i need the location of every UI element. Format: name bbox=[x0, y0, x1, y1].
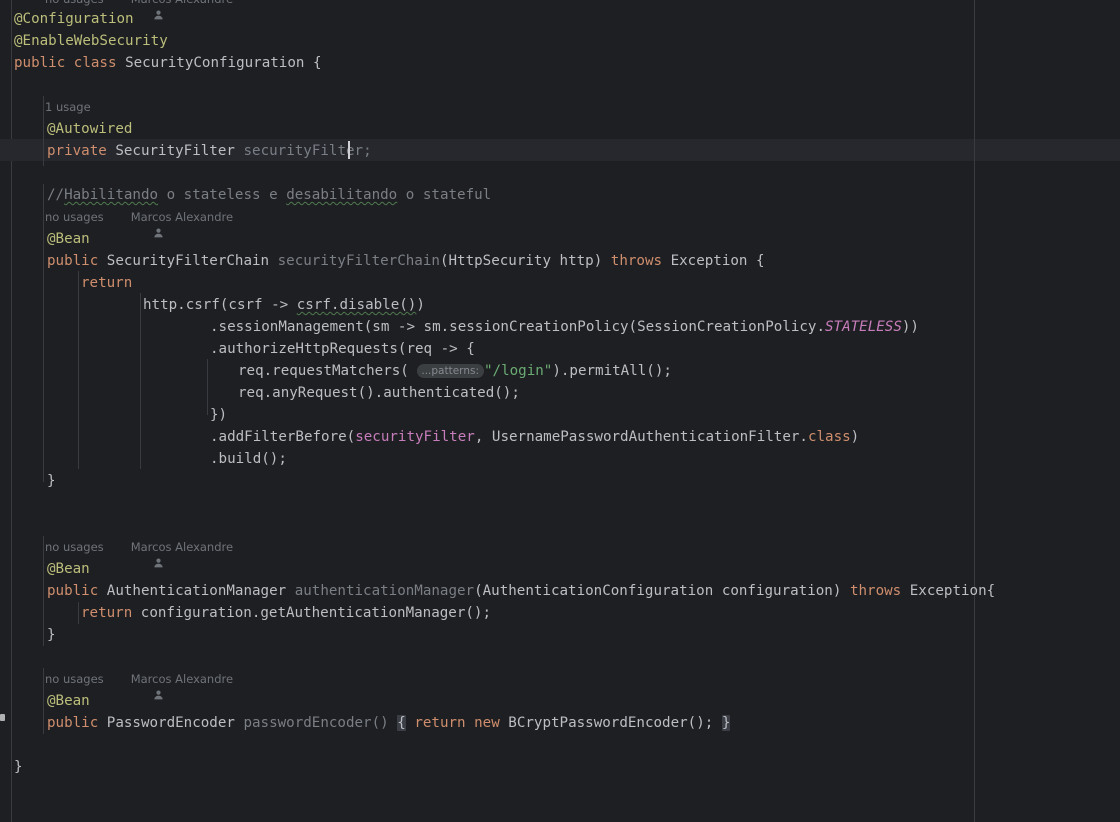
expr-session-management: .sessionManagement(sm -> sm.sessionCreat… bbox=[210, 319, 919, 335]
keyword-throws: throws bbox=[849, 583, 902, 599]
brace-open: { bbox=[986, 583, 996, 599]
method-name-passwordencoder: passwordEncoder bbox=[243, 715, 372, 731]
keyword-public: public bbox=[14, 55, 66, 71]
code-line-annotation-configuration[interactable]: @Configuration bbox=[14, 8, 134, 30]
paren-open: ( bbox=[474, 583, 483, 599]
param-http: http bbox=[559, 253, 594, 269]
close-lambda-token: }) bbox=[210, 407, 228, 423]
paren-close: ) bbox=[832, 583, 842, 599]
string-login: "/login" bbox=[483, 363, 553, 379]
code-text-layer[interactable]: @Configuration @EnableWebSecurity public… bbox=[0, 0, 1120, 822]
annotation-token: @Bean bbox=[47, 693, 90, 709]
expr-build: .build(); bbox=[210, 451, 287, 467]
annotation-token: @Configuration bbox=[14, 11, 134, 27]
type-exception: Exception bbox=[670, 253, 748, 269]
keyword-return: return bbox=[81, 275, 133, 291]
expr-add-filter-before: .addFilterBefore(securityFilter, Usernam… bbox=[210, 429, 860, 445]
type-authenticationmanager: AuthenticationManager bbox=[106, 583, 287, 599]
matched-brace-open: { bbox=[397, 715, 406, 731]
code-line-annotation-bean-2[interactable]: @Bean bbox=[47, 558, 90, 580]
paren-close: ) bbox=[593, 253, 603, 269]
expr-http-csrf: http.csrf(csrf -> csrf.disable()) bbox=[143, 297, 425, 313]
field-ref-securityfilter: securityFilter bbox=[355, 429, 475, 445]
code-line-field-declaration[interactable]: private SecurityFilter securityFilter; bbox=[47, 140, 372, 162]
annotation-token: @EnableWebSecurity bbox=[14, 33, 168, 49]
code-editor-surface[interactable]: no usages Marcos Alexandre 1 usage no us… bbox=[0, 0, 1120, 822]
code-line-return-authenticationmanager[interactable]: return configuration.getAuthenticationMa… bbox=[81, 602, 491, 624]
constant-stateless: STATELESS bbox=[825, 319, 902, 335]
code-line-request-matchers[interactable]: req.requestMatchers( ...patterns: "/login… bbox=[238, 360, 672, 382]
code-line-add-filter-before[interactable]: .addFilterBefore(securityFilter, Usernam… bbox=[210, 426, 859, 448]
field-name-securityfilter: securityFilter bbox=[243, 143, 364, 159]
type-bcryptpasswordencoder: BCryptPasswordEncoder bbox=[508, 715, 688, 731]
method-name-securityfilterchain: securityFilterChain bbox=[277, 253, 440, 269]
annotation-token: @Bean bbox=[47, 231, 90, 247]
type-authenticationconfiguration: AuthenticationConfiguration bbox=[482, 583, 714, 599]
keyword-throws: throws bbox=[610, 253, 663, 269]
keyword-public: public bbox=[47, 583, 99, 599]
code-line-annotation-enablewebsecurity[interactable]: @EnableWebSecurity bbox=[14, 30, 168, 52]
code-line-method-passwordencoder[interactable]: public PasswordEncoder passwordEncoder()… bbox=[47, 712, 731, 734]
semicolon: ; bbox=[363, 143, 372, 159]
code-line-close-method-1[interactable]: } bbox=[47, 470, 56, 492]
keyword-public: public bbox=[47, 715, 99, 731]
brace-close-class: } bbox=[14, 759, 23, 775]
expr-get-authentication-manager: configuration.getAuthenticationManager()… bbox=[140, 605, 492, 621]
intellij-editor-window: no usages Marcos Alexandre 1 usage no us… bbox=[0, 0, 1120, 822]
type-exception: Exception bbox=[909, 583, 987, 599]
typo-habilitando: Habilitando bbox=[64, 187, 159, 203]
keyword-new: new bbox=[474, 715, 500, 731]
inlay-parameter-hint[interactable]: ...patterns: bbox=[417, 364, 484, 378]
keyword-private: private bbox=[47, 143, 107, 159]
keyword-class: class bbox=[73, 55, 117, 71]
type-securityconfiguration: SecurityConfiguration bbox=[125, 55, 305, 71]
code-line-http-csrf[interactable]: http.csrf(csrf -> csrf.disable()) bbox=[143, 294, 425, 316]
comment-token: //Habilitando o stateless e desabilitand… bbox=[47, 187, 492, 203]
code-line-return[interactable]: return bbox=[81, 272, 132, 294]
brace-close: } bbox=[47, 627, 56, 643]
brace-close: } bbox=[47, 473, 56, 489]
code-line-annotation-bean-3[interactable]: @Bean bbox=[47, 690, 90, 712]
typo-csrf-disable: csrf.disable() bbox=[296, 297, 417, 313]
code-line-build[interactable]: .build(); bbox=[210, 448, 287, 470]
type-securityfilter: SecurityFilter bbox=[115, 143, 235, 159]
code-line-annotation-bean-1[interactable]: @Bean bbox=[47, 228, 90, 250]
matched-brace-close: } bbox=[721, 715, 731, 731]
code-line-close-class[interactable]: } bbox=[14, 756, 23, 778]
method-name-authenticationmanager: authenticationManager bbox=[294, 583, 475, 599]
code-line-method-securityfilterchain[interactable]: public SecurityFilterChain securityFilte… bbox=[47, 250, 765, 272]
expr-any-request: req.anyRequest().authenticated(); bbox=[238, 385, 520, 401]
code-line-class-declaration[interactable]: public class SecurityConfiguration { bbox=[14, 52, 322, 74]
text-caret bbox=[348, 141, 350, 159]
keyword-return: return bbox=[414, 715, 466, 731]
paren-pair: () bbox=[371, 715, 389, 731]
code-line-method-authenticationmanager[interactable]: public AuthenticationManager authenticat… bbox=[47, 580, 995, 602]
typo-desabilitando: desabilitando bbox=[286, 187, 398, 203]
code-line-annotation-autowired[interactable]: @Autowired bbox=[47, 118, 132, 140]
code-line-close-method-2[interactable]: } bbox=[47, 624, 56, 646]
brace-open: { bbox=[756, 253, 765, 269]
expr-authorize: .authorizeHttpRequests(req -> { bbox=[210, 341, 475, 357]
type-httpsecurity: HttpSecurity bbox=[448, 253, 551, 269]
keyword-dot-class: class bbox=[807, 429, 851, 445]
code-line-close-lambda[interactable]: }) bbox=[210, 404, 227, 426]
code-line-authorize-http-requests[interactable]: .authorizeHttpRequests(req -> { bbox=[210, 338, 475, 360]
brace-open: { bbox=[312, 55, 322, 71]
code-line-any-request[interactable]: req.anyRequest().authenticated(); bbox=[238, 382, 520, 404]
annotation-token: @Bean bbox=[47, 561, 90, 577]
expr-permit-all: ).permitAll(); bbox=[552, 363, 672, 379]
code-line-session-management[interactable]: .sessionManagement(sm -> sm.sessionCreat… bbox=[210, 316, 919, 338]
type-usernamepasswordauthenticationfilter: UsernamePasswordAuthenticationFilter bbox=[491, 429, 800, 445]
type-sessioncreationpolicy: SessionCreationPolicy bbox=[637, 319, 817, 335]
annotation-token: @Autowired bbox=[47, 121, 133, 137]
type-passwordencoder: PasswordEncoder bbox=[106, 715, 235, 731]
param-configuration: configuration bbox=[721, 583, 833, 599]
type-securityfilterchain: SecurityFilterChain bbox=[106, 253, 270, 269]
code-line-comment[interactable]: //Habilitando o stateless e desabilitand… bbox=[47, 184, 491, 206]
keyword-public: public bbox=[47, 253, 99, 269]
expr-request-matchers: req.requestMatchers( bbox=[238, 363, 418, 379]
keyword-return: return bbox=[81, 605, 133, 621]
call-parens: (); bbox=[687, 715, 714, 731]
